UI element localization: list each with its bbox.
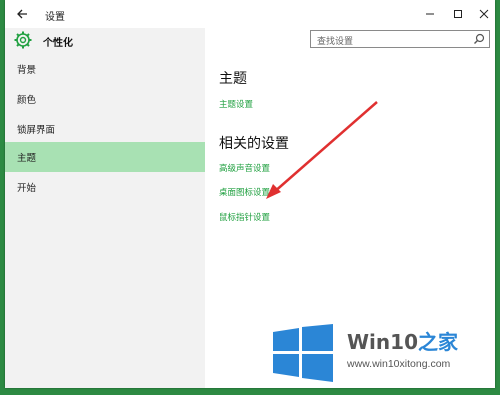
minimize-button[interactable] xyxy=(420,4,440,24)
window-title: 设置 xyxy=(45,12,65,23)
sidebar-item-start[interactable]: 开始 xyxy=(5,172,205,202)
sidebar: 个性化 背景 颜色 锁屏界面 主题 开始 xyxy=(5,28,205,388)
page-title: 个性化 xyxy=(43,38,73,49)
theme-settings-link[interactable]: 主题设置 xyxy=(219,98,253,110)
search-input[interactable]: 查找设置 xyxy=(310,30,490,48)
brand-suffix: 之家 xyxy=(418,330,458,354)
watermark-logo: Win10之家 www.win10xitong.com xyxy=(273,318,495,388)
mouse-pointer-settings-link[interactable]: 鼠标指针设置 xyxy=(219,211,270,223)
title-bar: 设置 xyxy=(5,0,495,28)
close-icon xyxy=(479,9,489,19)
section-heading-related: 相关的设置 xyxy=(219,136,289,152)
minimize-icon xyxy=(426,13,434,15)
sidebar-item-label: 锁屏界面 xyxy=(17,125,56,136)
back-button[interactable] xyxy=(13,5,31,23)
search-placeholder: 查找设置 xyxy=(317,37,354,47)
sidebar-item-label: 开始 xyxy=(17,183,37,194)
sidebar-item-lock-screen[interactable]: 锁屏界面 xyxy=(5,114,205,144)
brand-title: Win10之家 xyxy=(347,326,458,355)
brand-prefix: Win10 xyxy=(347,330,418,354)
back-arrow-icon xyxy=(17,9,27,19)
windows-logo-icon xyxy=(273,324,333,382)
search-icon[interactable] xyxy=(473,33,485,45)
advanced-sound-settings-link[interactable]: 高级声音设置 xyxy=(219,162,270,174)
sidebar-item-label: 背景 xyxy=(17,65,37,76)
gear-icon xyxy=(14,31,32,49)
sidebar-item-background[interactable]: 背景 xyxy=(5,54,205,84)
settings-window: 设置 个性化 背景 颜色 锁屏界面 主题 开始 查找设置 主题 主题设置 相关的… xyxy=(5,0,495,388)
sidebar-item-label: 颜色 xyxy=(17,95,37,106)
close-button[interactable] xyxy=(474,4,494,24)
section-heading-theme: 主题 xyxy=(219,71,247,87)
maximize-icon xyxy=(454,10,462,18)
desktop-icon-settings-link[interactable]: 桌面图标设置 xyxy=(219,186,270,198)
sidebar-header: 个性化 xyxy=(5,28,205,54)
sidebar-item-label: 主题 xyxy=(17,153,37,164)
sidebar-item-colors[interactable]: 颜色 xyxy=(5,84,205,114)
brand-url: www.win10xitong.com xyxy=(347,358,451,370)
maximize-button[interactable] xyxy=(448,4,468,24)
sidebar-item-themes[interactable]: 主题 xyxy=(5,142,205,172)
